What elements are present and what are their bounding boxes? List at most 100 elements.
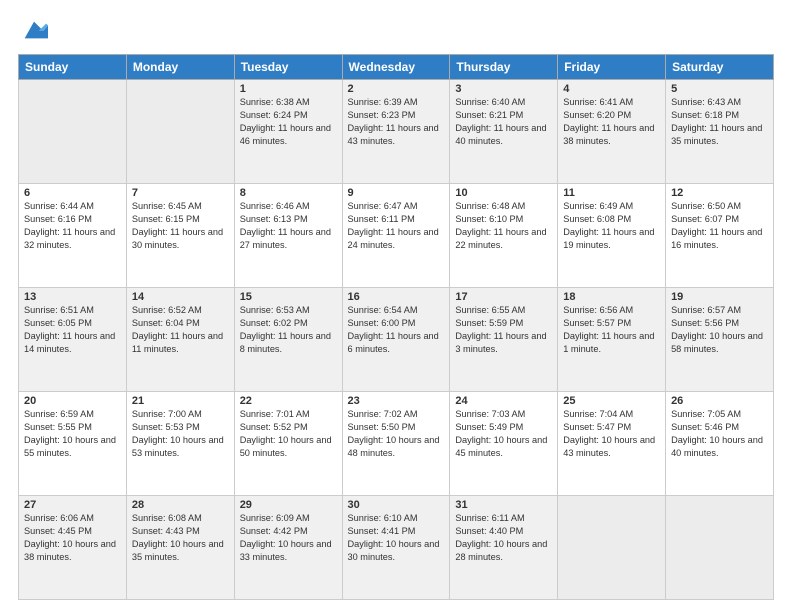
calendar-cell: 3Sunrise: 6:40 AMSunset: 6:21 PMDaylight…: [450, 80, 558, 184]
day-number: 2: [348, 83, 445, 95]
day-number: 5: [671, 83, 768, 95]
day-detail: Sunrise: 7:05 AMSunset: 5:46 PMDaylight:…: [671, 408, 768, 460]
calendar-cell: 20Sunrise: 6:59 AMSunset: 5:55 PMDayligh…: [19, 392, 127, 496]
day-number: 4: [563, 83, 660, 95]
day-detail: Sunrise: 7:02 AMSunset: 5:50 PMDaylight:…: [348, 408, 445, 460]
calendar-cell: 18Sunrise: 6:56 AMSunset: 5:57 PMDayligh…: [558, 288, 666, 392]
day-number: 17: [455, 291, 552, 303]
calendar-cell: 14Sunrise: 6:52 AMSunset: 6:04 PMDayligh…: [126, 288, 234, 392]
day-number: 13: [24, 291, 121, 303]
day-detail: Sunrise: 6:43 AMSunset: 6:18 PMDaylight:…: [671, 96, 768, 148]
calendar-cell: 23Sunrise: 7:02 AMSunset: 5:50 PMDayligh…: [342, 392, 450, 496]
day-detail: Sunrise: 6:54 AMSunset: 6:00 PMDaylight:…: [348, 304, 445, 356]
day-detail: Sunrise: 6:47 AMSunset: 6:11 PMDaylight:…: [348, 200, 445, 252]
col-header-wednesday: Wednesday: [342, 55, 450, 80]
day-detail: Sunrise: 6:45 AMSunset: 6:15 PMDaylight:…: [132, 200, 229, 252]
calendar-table: SundayMondayTuesdayWednesdayThursdayFrid…: [18, 54, 774, 600]
day-number: 30: [348, 499, 445, 511]
col-header-thursday: Thursday: [450, 55, 558, 80]
calendar-cell: [558, 496, 666, 600]
calendar-cell: [126, 80, 234, 184]
day-number: 9: [348, 187, 445, 199]
day-detail: Sunrise: 7:01 AMSunset: 5:52 PMDaylight:…: [240, 408, 337, 460]
day-detail: Sunrise: 7:03 AMSunset: 5:49 PMDaylight:…: [455, 408, 552, 460]
day-detail: Sunrise: 6:50 AMSunset: 6:07 PMDaylight:…: [671, 200, 768, 252]
day-number: 31: [455, 499, 552, 511]
day-detail: Sunrise: 6:09 AMSunset: 4:42 PMDaylight:…: [240, 512, 337, 564]
day-number: 11: [563, 187, 660, 199]
calendar-cell: 8Sunrise: 6:46 AMSunset: 6:13 PMDaylight…: [234, 184, 342, 288]
day-detail: Sunrise: 6:52 AMSunset: 6:04 PMDaylight:…: [132, 304, 229, 356]
calendar-cell: 1Sunrise: 6:38 AMSunset: 6:24 PMDaylight…: [234, 80, 342, 184]
day-number: 6: [24, 187, 121, 199]
day-detail: Sunrise: 6:56 AMSunset: 5:57 PMDaylight:…: [563, 304, 660, 356]
calendar-cell: 10Sunrise: 6:48 AMSunset: 6:10 PMDayligh…: [450, 184, 558, 288]
col-header-sunday: Sunday: [19, 55, 127, 80]
calendar-cell: 2Sunrise: 6:39 AMSunset: 6:23 PMDaylight…: [342, 80, 450, 184]
calendar-cell: 19Sunrise: 6:57 AMSunset: 5:56 PMDayligh…: [666, 288, 774, 392]
day-number: 24: [455, 395, 552, 407]
day-detail: Sunrise: 6:48 AMSunset: 6:10 PMDaylight:…: [455, 200, 552, 252]
day-number: 23: [348, 395, 445, 407]
day-number: 27: [24, 499, 121, 511]
logo: [18, 16, 48, 44]
day-detail: Sunrise: 6:55 AMSunset: 5:59 PMDaylight:…: [455, 304, 552, 356]
calendar-cell: 29Sunrise: 6:09 AMSunset: 4:42 PMDayligh…: [234, 496, 342, 600]
day-number: 12: [671, 187, 768, 199]
calendar-cell: 26Sunrise: 7:05 AMSunset: 5:46 PMDayligh…: [666, 392, 774, 496]
calendar-cell: 22Sunrise: 7:01 AMSunset: 5:52 PMDayligh…: [234, 392, 342, 496]
day-number: 19: [671, 291, 768, 303]
day-number: 18: [563, 291, 660, 303]
day-detail: Sunrise: 6:53 AMSunset: 6:02 PMDaylight:…: [240, 304, 337, 356]
calendar-cell: 7Sunrise: 6:45 AMSunset: 6:15 PMDaylight…: [126, 184, 234, 288]
calendar-cell: 12Sunrise: 6:50 AMSunset: 6:07 PMDayligh…: [666, 184, 774, 288]
day-detail: Sunrise: 6:38 AMSunset: 6:24 PMDaylight:…: [240, 96, 337, 148]
day-detail: Sunrise: 6:51 AMSunset: 6:05 PMDaylight:…: [24, 304, 121, 356]
day-detail: Sunrise: 6:46 AMSunset: 6:13 PMDaylight:…: [240, 200, 337, 252]
calendar-cell: 25Sunrise: 7:04 AMSunset: 5:47 PMDayligh…: [558, 392, 666, 496]
day-number: 15: [240, 291, 337, 303]
calendar-cell: 31Sunrise: 6:11 AMSunset: 4:40 PMDayligh…: [450, 496, 558, 600]
calendar-cell: [666, 496, 774, 600]
day-detail: Sunrise: 6:40 AMSunset: 6:21 PMDaylight:…: [455, 96, 552, 148]
day-detail: Sunrise: 7:04 AMSunset: 5:47 PMDaylight:…: [563, 408, 660, 460]
day-number: 14: [132, 291, 229, 303]
calendar-cell: 30Sunrise: 6:10 AMSunset: 4:41 PMDayligh…: [342, 496, 450, 600]
day-detail: Sunrise: 6:49 AMSunset: 6:08 PMDaylight:…: [563, 200, 660, 252]
calendar-cell: 6Sunrise: 6:44 AMSunset: 6:16 PMDaylight…: [19, 184, 127, 288]
page-header: [18, 16, 774, 44]
calendar-cell: 9Sunrise: 6:47 AMSunset: 6:11 PMDaylight…: [342, 184, 450, 288]
day-number: 10: [455, 187, 552, 199]
calendar-cell: 24Sunrise: 7:03 AMSunset: 5:49 PMDayligh…: [450, 392, 558, 496]
day-number: 16: [348, 291, 445, 303]
day-number: 7: [132, 187, 229, 199]
day-number: 26: [671, 395, 768, 407]
calendar-cell: 11Sunrise: 6:49 AMSunset: 6:08 PMDayligh…: [558, 184, 666, 288]
day-detail: Sunrise: 6:44 AMSunset: 6:16 PMDaylight:…: [24, 200, 121, 252]
calendar-cell: 21Sunrise: 7:00 AMSunset: 5:53 PMDayligh…: [126, 392, 234, 496]
col-header-friday: Friday: [558, 55, 666, 80]
col-header-monday: Monday: [126, 55, 234, 80]
day-detail: Sunrise: 7:00 AMSunset: 5:53 PMDaylight:…: [132, 408, 229, 460]
day-number: 25: [563, 395, 660, 407]
calendar-cell: 16Sunrise: 6:54 AMSunset: 6:00 PMDayligh…: [342, 288, 450, 392]
day-detail: Sunrise: 6:08 AMSunset: 4:43 PMDaylight:…: [132, 512, 229, 564]
day-number: 1: [240, 83, 337, 95]
day-detail: Sunrise: 6:11 AMSunset: 4:40 PMDaylight:…: [455, 512, 552, 564]
day-detail: Sunrise: 6:59 AMSunset: 5:55 PMDaylight:…: [24, 408, 121, 460]
day-number: 8: [240, 187, 337, 199]
calendar-cell: 28Sunrise: 6:08 AMSunset: 4:43 PMDayligh…: [126, 496, 234, 600]
calendar-cell: 5Sunrise: 6:43 AMSunset: 6:18 PMDaylight…: [666, 80, 774, 184]
col-header-tuesday: Tuesday: [234, 55, 342, 80]
day-detail: Sunrise: 6:41 AMSunset: 6:20 PMDaylight:…: [563, 96, 660, 148]
calendar-cell: 15Sunrise: 6:53 AMSunset: 6:02 PMDayligh…: [234, 288, 342, 392]
day-detail: Sunrise: 6:10 AMSunset: 4:41 PMDaylight:…: [348, 512, 445, 564]
day-number: 22: [240, 395, 337, 407]
calendar-cell: 13Sunrise: 6:51 AMSunset: 6:05 PMDayligh…: [19, 288, 127, 392]
day-detail: Sunrise: 6:57 AMSunset: 5:56 PMDaylight:…: [671, 304, 768, 356]
calendar-cell: [19, 80, 127, 184]
day-number: 28: [132, 499, 229, 511]
day-number: 21: [132, 395, 229, 407]
calendar-cell: 27Sunrise: 6:06 AMSunset: 4:45 PMDayligh…: [19, 496, 127, 600]
day-detail: Sunrise: 6:06 AMSunset: 4:45 PMDaylight:…: [24, 512, 121, 564]
